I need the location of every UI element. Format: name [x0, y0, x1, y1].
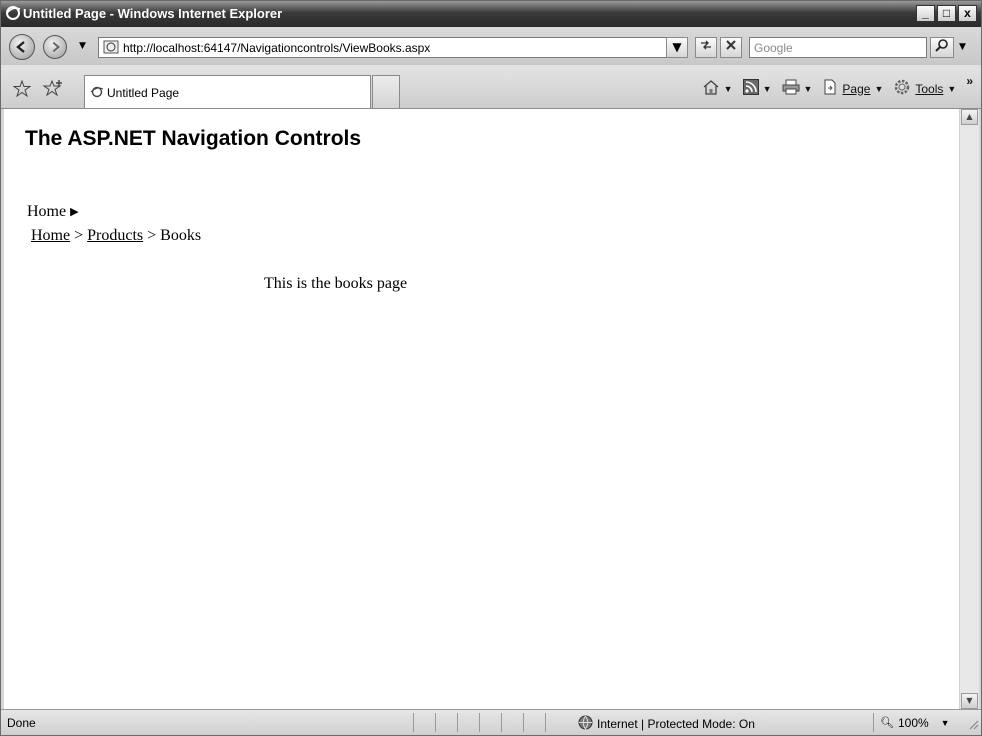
tab-untitled-page[interactable]: Untitled Page: [84, 75, 371, 108]
address-url: http://localhost:64147/Navigationcontrol…: [123, 41, 431, 55]
menu-expand-arrow-icon[interactable]: ▶: [70, 206, 78, 218]
tab-label: Untitled Page: [107, 86, 180, 100]
status-text: Done: [7, 716, 36, 730]
address-dropdown-button[interactable]: ▼: [666, 37, 688, 58]
tools-dropdown-icon[interactable]: ▼: [947, 84, 956, 94]
browser-window: Untitled Page - Windows Internet Explore…: [0, 0, 982, 736]
page-icon: [103, 40, 119, 57]
breadcrumb-separator: >: [70, 227, 88, 244]
forward-button[interactable]: [43, 35, 67, 59]
history-dropdown-icon[interactable]: ▼: [79, 41, 86, 51]
forward-arrow-icon: [52, 41, 61, 53]
page-menu-icon[interactable]: [822, 79, 838, 98]
home-icon[interactable]: [702, 79, 720, 98]
zoom-magnifier-icon: 🔍︎: [880, 717, 894, 729]
zoom-level: 100%: [897, 715, 929, 730]
body-text: This is the books page: [264, 275, 408, 292]
stop-icon: [726, 40, 736, 50]
globe-icon: [578, 715, 593, 733]
address-toolbar: ▼ http://localhost:64147/Navigationcontr…: [1, 27, 981, 65]
security-zone[interactable]: Internet | Protected Mode: On: [578, 715, 755, 733]
minimize-button[interactable]: _: [916, 5, 935, 22]
zone-label: Internet | Protected Mode: On: [597, 717, 755, 731]
breadcrumb-home-link[interactable]: Home: [31, 227, 70, 244]
favorites-star-icon[interactable]: [12, 79, 32, 101]
zoom-control[interactable]: 🔍︎ 100% ▼: [873, 713, 950, 732]
page-menu-dropdown-icon[interactable]: ▼: [874, 84, 883, 94]
status-bar: Done Internet | Protected Mode: On 🔍︎ 10…: [1, 709, 981, 735]
nav-menu: Home ▶: [27, 203, 79, 221]
page-content: The ASP.NET Navigation Controls Home ▶ H…: [4, 109, 959, 709]
status-pane: [501, 713, 523, 732]
tab-page-icon: [90, 86, 104, 101]
breadcrumb-separator: >: [143, 227, 161, 244]
tab-toolbar: Untitled Page ▼ ▼ ▼ Page ▼ Tools ▼ »: [1, 65, 981, 109]
page-heading: The ASP.NET Navigation Controls: [25, 127, 362, 150]
back-button[interactable]: [9, 34, 35, 60]
scroll-down-icon[interactable]: ▼: [961, 693, 978, 709]
title-bar: Untitled Page - Windows Internet Explore…: [1, 1, 981, 27]
zoom-dropdown-icon[interactable]: ▼: [941, 718, 950, 728]
refresh-icon: [701, 40, 711, 50]
resize-grip-icon[interactable]: [967, 718, 979, 733]
status-pane: [545, 713, 567, 732]
tools-menu-button[interactable]: Tools: [915, 82, 943, 96]
breadcrumb-products-link[interactable]: Products: [87, 227, 143, 244]
menu-item-home[interactable]: Home: [27, 203, 66, 220]
tools-gear-icon[interactable]: [893, 78, 911, 99]
print-icon[interactable]: [782, 79, 800, 98]
feeds-icon[interactable]: [742, 79, 759, 98]
more-commands-chevron-icon[interactable]: »: [966, 74, 973, 88]
breadcrumb: Home > Products > Books: [31, 227, 201, 245]
status-pane: [413, 713, 435, 732]
home-dropdown-icon[interactable]: ▼: [724, 84, 733, 94]
breadcrumb-current: Books: [160, 227, 202, 244]
scroll-up-icon[interactable]: ▲: [961, 109, 978, 125]
status-pane: [435, 713, 457, 732]
status-panes: [413, 713, 567, 732]
print-dropdown-icon[interactable]: ▼: [804, 84, 813, 94]
window-title: Untitled Page - Windows Internet Explore…: [23, 6, 283, 21]
search-options-dropdown-icon[interactable]: ▼: [959, 42, 966, 52]
stop-button[interactable]: [720, 37, 742, 58]
vertical-scrollbar[interactable]: ▲ ▼: [959, 109, 979, 709]
status-pane: [457, 713, 479, 732]
page-menu-button[interactable]: Page: [842, 82, 870, 96]
maximize-button[interactable]: □: [937, 5, 956, 22]
back-arrow-icon: [16, 41, 25, 53]
status-pane: [479, 713, 501, 732]
command-bar: ▼ ▼ ▼ Page ▼ Tools ▼ »: [702, 74, 973, 99]
search-input[interactable]: Google: [749, 37, 927, 58]
search-icon: [935, 39, 948, 52]
search-button[interactable]: [930, 37, 954, 58]
close-button[interactable]: x: [958, 5, 977, 22]
ie-logo-icon: [5, 5, 21, 21]
address-bar[interactable]: http://localhost:64147/Navigationcontrol…: [98, 37, 688, 58]
status-pane: [523, 713, 545, 732]
feeds-dropdown-icon[interactable]: ▼: [763, 84, 772, 94]
new-tab-button[interactable]: [372, 75, 400, 108]
refresh-button[interactable]: [695, 37, 717, 58]
add-favorites-icon[interactable]: [42, 79, 64, 101]
